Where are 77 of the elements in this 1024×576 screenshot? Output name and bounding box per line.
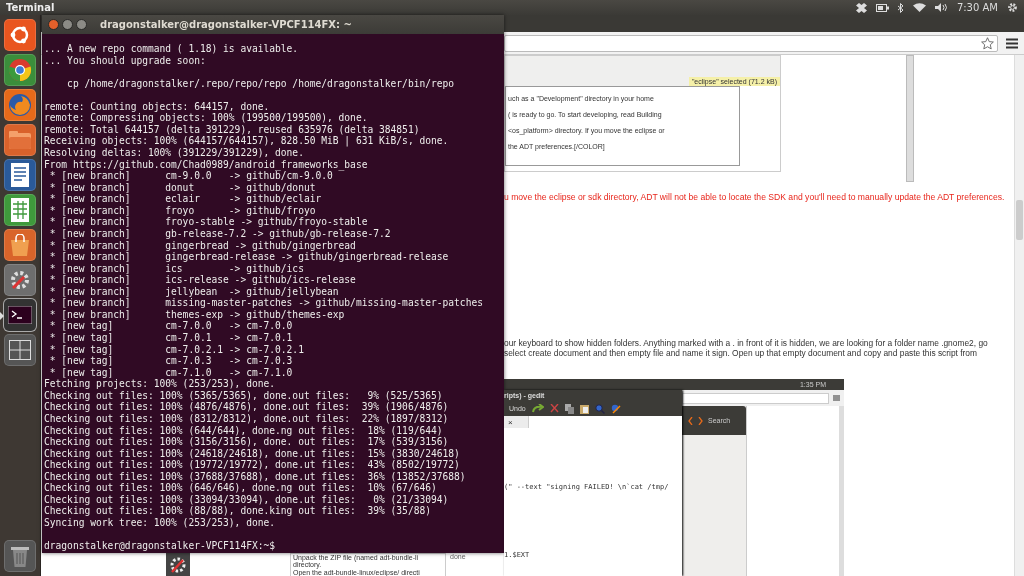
forward-icon: [698, 416, 703, 425]
back-icon: [688, 416, 693, 425]
terminal-line: Syncing work tree: 100% (253/253), done.: [44, 517, 277, 529]
terminal-line: Checking out files: 100% (37688/37688), done.ut files: 36% (13852/37688): [44, 470, 467, 483]
menu-icon: [833, 395, 840, 401]
scissors-icon: [549, 403, 559, 414]
settings-icon[interactable]: [1007, 2, 1018, 13]
terminal-line: ... You should upgrade soon:: [44, 54, 207, 67]
writer-launcher-icon[interactable]: [4, 159, 36, 191]
clock[interactable]: 7:30 AM: [956, 2, 998, 13]
terminal-line: ... A new repo command ( 1.18) is available.: [44, 43, 300, 55]
close-tab-label: ×: [508, 417, 513, 427]
terminal-line: * [new branch] jellybean -> github/jellybean: [48, 285, 340, 298]
terminal-line: * [new branch] themes-exp -> github/themes-exp: [48, 308, 346, 321]
workspaces-launcher-icon[interactable]: [4, 334, 36, 366]
star-icon[interactable]: [981, 36, 994, 50]
minimize-button[interactable]: [62, 19, 73, 30]
store-launcher-icon[interactable]: [4, 229, 36, 261]
dash-launcher-icon[interactable]: [4, 19, 36, 51]
terminal-line: Checking out files: 100% (5365/5365), done.out files: 9% (525/5365): [44, 389, 444, 402]
volume-icon[interactable]: [934, 3, 948, 12]
app-title: Terminal: [6, 2, 55, 13]
terminal-line: * [new tag] cm-7.0.0 -> cm-7.0.0: [48, 320, 293, 333]
terminal-line: * [new branch] donut -> github/donut: [48, 181, 317, 194]
window-title: dragonstalker@dragonstalker-VPCF114FX: ~: [100, 19, 352, 30]
terminal-line: remote: Total 644157 (delta 391229), reused 635976 (delta 384851): [44, 123, 421, 136]
terminal-line: dragonstalker@dragonstalker-VPCF114FX:~$: [44, 540, 277, 552]
trash-launcher-icon[interactable]: [4, 540, 36, 572]
firefox-launcher-icon[interactable]: [4, 89, 36, 121]
maximize-button[interactable]: [76, 19, 87, 30]
paragraph-text: our keyboard to show hidden folders. Anything marked with a . in front of it is hidden, we are looking for a folder name .gnome2, go select create document and then empty file and name it sign. Open up that empty document and copy and paste this script from: [504, 338, 989, 358]
terminal-line: Checking out files: 100% (4876/4876), done.out files: 39% (1906/4876): [44, 401, 450, 413]
terminal-line: * [new branch] eclair -> github/eclair: [48, 193, 323, 205]
terminal-line: * [new branch] froyo -> github/froyo: [48, 204, 317, 217]
terminal-line: Checking out files: 100% (646/646), done.ng out files: 10% (67/646): [44, 482, 438, 494]
chrome-launcher-icon[interactable]: [4, 54, 36, 86]
terminal-line: Fetching projects: 100% (253/253), done.: [44, 378, 277, 390]
terminal-line: remote: Counting objects: 644157, done.: [44, 100, 271, 113]
terminal-line: * [new tag] cm-7.0.3 -> cm-7.0.3: [48, 355, 294, 367]
terminal-line: * [new branch] gb-release-7.2 -> github/gb-release-7.2: [48, 227, 392, 240]
terminal-line: * [new branch] missing-master-patches -> github/missing-master-patches: [48, 297, 484, 309]
terminal-line: Checking out files: 100% (3156/3156), done. out files: 17% (539/3156): [44, 436, 450, 448]
calc-launcher-icon[interactable]: [4, 194, 36, 226]
terminal-line: Checking out files: 100% (8312/8312), done.out files: 22% (1897/8312): [44, 412, 450, 425]
terminal-line: Checking out files: 100% (24618/24618), done.ut files: 15% (3830/24618): [44, 447, 461, 460]
terminal-line: remote: Compressing objects: 100% (199500/199500), done.: [44, 112, 369, 124]
battery-icon[interactable]: [875, 3, 889, 12]
terminal-line: * [new tag] cm-7.0.2.1 -> cm-7.0.2.1: [48, 343, 305, 356]
terminal-line: Receiving objects: 100% (644157/644157), 828.50 MiB | 631 KiB/s, done.: [44, 135, 450, 148]
terminal-line: * [new branch] gingerbread-release -> github/gingerbread-release: [48, 251, 450, 263]
terminal-launcher-icon[interactable]: [4, 299, 36, 331]
terminal-line: * [new tag] cm-7.1.0 -> cm-7.1.0: [48, 366, 294, 379]
terminal-line: Checking out files: 100% (644/644), done.ng out files: 18% (119/644): [44, 424, 444, 437]
terminal-line: * [new branch] ics -> github/ics: [48, 262, 305, 275]
bluetooth-icon[interactable]: [897, 2, 904, 13]
terminal-line: * [new branch] cm-9.0.0 -> github/cm-9.0.0: [48, 170, 333, 182]
scrollbar[interactable]: [906, 55, 914, 182]
search-icon: [594, 403, 605, 414]
warning-text: u move the eclipse or sdk directory, ADT will not be able to locate the SDK and you'll need to manually update the ADT preferences.: [504, 192, 1006, 202]
terminal-line: * [new branch] ics-release -> github/ics-release: [48, 274, 357, 286]
wifi-icon[interactable]: [912, 3, 926, 12]
page-scrollbar[interactable]: [1014, 55, 1024, 576]
paste-icon: [579, 403, 589, 414]
terminal-line: Checking out files: 100% (33094/33094), done.ut files: 0% (21/33094): [44, 493, 450, 506]
copy-icon: [564, 403, 574, 414]
menu-icon[interactable]: [1006, 37, 1018, 49]
redo-icon: [531, 404, 544, 413]
settings-launcher-icon[interactable]: [4, 264, 36, 296]
terminal-line: * [new branch] gingerbread -> github/gingerbread: [48, 239, 357, 252]
terminal-line: Checking out files: 100% (88/88), done.king out files: 39% (35/88): [44, 505, 432, 518]
terminal-line: cp /home/dragonstalker/.repo/repo/repo /home/dragonstalker/bin/repo: [66, 77, 456, 90]
terminal-line: * [new branch] froyo-stable -> github/froyo-stable: [48, 216, 369, 228]
terminal-line: From https://github.com/Chad0989/android_frameworks_base: [44, 158, 369, 171]
terminal-line: Checking out files: 100% (19772/19772), done.ut files: 43% (8502/19772): [44, 459, 461, 471]
close-button[interactable]: [48, 19, 59, 30]
terminal-line: * [new tag] cm-7.0.1 -> cm-7.0.1: [48, 332, 294, 344]
terminal-line: Resolving deltas: 100% (391229/391229), done.: [44, 147, 305, 159]
